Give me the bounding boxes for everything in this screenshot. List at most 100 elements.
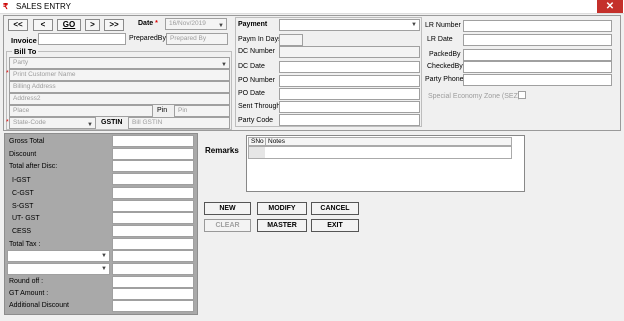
dc-number-input[interactable] bbox=[279, 46, 420, 58]
po-date-label: PO Date bbox=[238, 90, 265, 97]
pin-input[interactable]: Pin bbox=[174, 105, 230, 117]
extra-charge-1-field[interactable] bbox=[112, 250, 194, 262]
pin-label: Pin bbox=[157, 107, 168, 114]
state-code-placeholder: State-Code bbox=[13, 119, 46, 126]
column-header-sno: SNo bbox=[251, 138, 264, 145]
party-select[interactable]: Party ▼ bbox=[9, 57, 230, 69]
window-title: SALES ENTRY bbox=[16, 2, 71, 11]
state-code-select[interactable]: State-Code ▼ bbox=[9, 117, 96, 129]
new-button[interactable]: NEW bbox=[204, 202, 251, 215]
invoice-label: Invoice bbox=[11, 36, 37, 45]
party-code-input[interactable] bbox=[279, 114, 420, 126]
dc-date-input[interactable] bbox=[279, 61, 420, 73]
round-off-field[interactable] bbox=[112, 276, 194, 288]
payment-select[interactable]: ▼ bbox=[279, 19, 420, 31]
cgst-label: C-GST bbox=[12, 190, 34, 197]
packed-by-input[interactable] bbox=[463, 49, 612, 61]
bill-to-legend: Bill To bbox=[12, 47, 39, 56]
exit-button[interactable]: EXIT bbox=[311, 219, 359, 232]
master-button[interactable]: MASTER bbox=[257, 219, 307, 232]
close-button[interactable]: ✕ bbox=[597, 0, 623, 13]
party-phone-input[interactable] bbox=[463, 74, 612, 86]
lr-date-input[interactable] bbox=[463, 34, 612, 46]
remarks-grid-header bbox=[248, 137, 512, 146]
po-number-label: PO Number bbox=[238, 77, 275, 84]
place-input[interactable]: Place bbox=[9, 105, 153, 117]
cancel-button[interactable]: CANCEL bbox=[311, 202, 359, 215]
go-button[interactable]: GO bbox=[57, 19, 81, 31]
lr-number-label: LR Number bbox=[425, 22, 461, 29]
billing-address-input[interactable]: Billing Address bbox=[9, 81, 230, 93]
dc-date-label: DC Date bbox=[238, 63, 265, 70]
total-tax-label: Total Tax : bbox=[9, 241, 41, 248]
column-header-notes: Notes bbox=[268, 138, 285, 145]
extra-charge-2-select[interactable]: ▼ bbox=[7, 263, 110, 275]
app-icon: ₹ bbox=[3, 2, 9, 11]
total-after-disc-field[interactable] bbox=[112, 160, 194, 172]
igst-field[interactable] bbox=[112, 173, 194, 185]
cgst-field[interactable] bbox=[112, 187, 194, 199]
po-number-input[interactable] bbox=[279, 75, 420, 87]
extra-charge-1-select[interactable]: ▼ bbox=[7, 250, 110, 262]
additional-discount-label: Additional Discount bbox=[9, 302, 69, 309]
chevron-down-icon: ▼ bbox=[218, 23, 224, 29]
chevron-down-icon: ▼ bbox=[101, 253, 107, 259]
lr-date-label: LR Date bbox=[427, 36, 453, 43]
discount-label: Discount bbox=[9, 151, 37, 158]
sgst-label: S-GST bbox=[12, 203, 34, 210]
print-customer-name-input[interactable]: Print Customer Name bbox=[9, 69, 230, 81]
chevron-down-icon: ▼ bbox=[411, 22, 417, 28]
gstin-input[interactable]: Bill GSTIN bbox=[128, 117, 230, 129]
total-tax-field[interactable] bbox=[112, 238, 194, 250]
paym-in-days-input[interactable] bbox=[279, 34, 303, 46]
paym-in-days-label: Paym In Days bbox=[238, 36, 282, 43]
go-label: GO bbox=[62, 20, 76, 29]
payment-label: Payment bbox=[238, 21, 268, 28]
gt-amount-label: GT Amount : bbox=[9, 290, 49, 297]
igst-label: I-GST bbox=[12, 177, 31, 184]
next-record-button[interactable]: > bbox=[85, 19, 100, 31]
remarks-row[interactable] bbox=[248, 146, 512, 159]
dc-number-label: DC Number bbox=[238, 48, 275, 55]
clear-button[interactable]: CLEAR bbox=[204, 219, 251, 232]
prepared-by-input[interactable]: Prepared By bbox=[166, 33, 228, 45]
first-record-button[interactable]: << bbox=[8, 19, 28, 31]
party-placeholder: Party bbox=[13, 59, 29, 66]
title-bar bbox=[0, 0, 624, 14]
cess-field[interactable] bbox=[112, 225, 194, 237]
last-record-button[interactable]: >> bbox=[104, 19, 124, 31]
sent-through-input[interactable] bbox=[279, 101, 420, 113]
prev-record-button[interactable]: < bbox=[33, 19, 53, 31]
modify-button[interactable]: MODIFY bbox=[257, 202, 307, 215]
sez-label: Special Economy Zone (SEZ) bbox=[428, 93, 521, 100]
row-selector[interactable] bbox=[249, 147, 265, 158]
date-field[interactable]: 16/Nov/2019 ▼ bbox=[165, 18, 227, 30]
gross-total-label: Gross Total bbox=[9, 138, 45, 145]
prepared-by-label: PreparedBy bbox=[129, 35, 166, 42]
address2-input[interactable]: Address2 bbox=[9, 93, 230, 105]
utgst-field[interactable] bbox=[112, 212, 194, 224]
utgst-label: UT- GST bbox=[12, 215, 40, 222]
extra-charge-2-field[interactable] bbox=[112, 263, 194, 275]
lr-number-input[interactable] bbox=[463, 20, 612, 32]
remarks-label: Remarks bbox=[205, 146, 239, 155]
cess-label: CESS bbox=[12, 228, 32, 235]
gt-amount-field[interactable] bbox=[112, 288, 194, 300]
discount-field[interactable] bbox=[112, 148, 194, 160]
additional-discount-field[interactable] bbox=[112, 300, 194, 312]
sgst-field[interactable] bbox=[112, 200, 194, 212]
total-after-disc-label: Total after Disc: bbox=[9, 163, 58, 170]
party-phone-label: Party Phone bbox=[425, 76, 464, 83]
chevron-down-icon: ▼ bbox=[87, 122, 93, 128]
invoice-input[interactable] bbox=[38, 33, 126, 45]
checked-by-label: CheckedBy bbox=[427, 63, 463, 70]
chevron-down-icon: ▼ bbox=[101, 266, 107, 272]
round-off-label: Round off : bbox=[9, 278, 44, 285]
sez-checkbox[interactable] bbox=[518, 91, 526, 99]
po-date-input[interactable] bbox=[279, 88, 420, 100]
date-value: 16/Nov/2019 bbox=[169, 20, 206, 27]
checked-by-input[interactable] bbox=[463, 61, 612, 73]
gross-total-field[interactable] bbox=[112, 135, 194, 147]
gstin-label: GSTIN bbox=[101, 119, 123, 126]
packed-by-label: PackedBy bbox=[429, 51, 461, 58]
